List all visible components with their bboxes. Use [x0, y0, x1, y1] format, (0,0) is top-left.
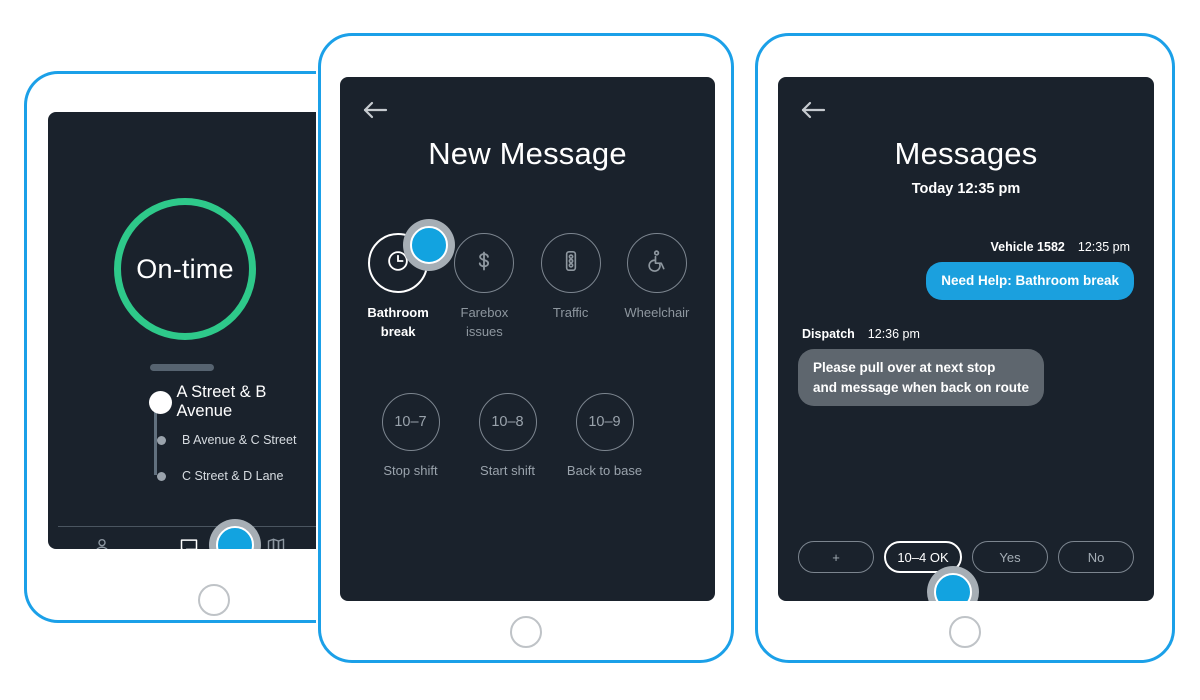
message-sender: Vehicle 1582 — [990, 240, 1065, 254]
message-meta: Dispatch 12:36 pm — [798, 327, 1134, 341]
category-label: Wheelchair — [624, 305, 690, 320]
quick-reply-no[interactable]: No — [1058, 541, 1134, 573]
map-icon — [265, 536, 287, 549]
code-label: Start shift — [480, 463, 535, 478]
message-row: Please pull over at next stop and messag… — [798, 349, 1134, 407]
code-label: Back to base — [566, 463, 643, 478]
home-button[interactable] — [949, 616, 981, 648]
message-bubble-outgoing[interactable]: Need Help: Bathroom break — [926, 262, 1134, 300]
device-frame-3: Messages Today 12:35 pm Vehicle 1582 12:… — [755, 33, 1175, 663]
stop-label: A Street & B Avenue — [176, 383, 267, 420]
device-frame-1: On-time A Street & B Avenue B Avenue & C… — [24, 71, 316, 623]
category-wheelchair[interactable]: Wheelchair — [614, 233, 700, 342]
category-icon-circle — [454, 233, 515, 293]
traffic-light-icon — [558, 248, 584, 279]
message-row: Need Help: Bathroom break — [798, 262, 1134, 300]
stop-list: A Street & B Avenue B Avenue & C Street … — [144, 383, 316, 494]
bottom-tab-bar: My Swiftly Messages — [48, 536, 316, 549]
back-arrow-icon[interactable] — [798, 97, 828, 123]
message-outgoing: Vehicle 1582 12:35 pm Need Help: Bathroo… — [798, 240, 1134, 300]
stop-list-item-current[interactable]: A Street & B Avenue — [144, 383, 316, 420]
category-label: Bathroom break — [367, 305, 429, 339]
stop-dot-wrap — [144, 471, 178, 481]
category-icon-circle — [626, 233, 687, 293]
stop-label: C Street & D Lane — [182, 469, 284, 483]
code-circle: 10–9 — [575, 393, 634, 451]
home-button[interactable] — [510, 616, 542, 648]
route-progress-bar — [150, 364, 214, 371]
status-label: On-time — [136, 253, 234, 284]
code-circle: 10–7 — [381, 393, 440, 451]
person-icon — [91, 536, 113, 549]
stop-dot-wrap — [144, 435, 178, 445]
message-sender: Dispatch — [802, 327, 855, 341]
code-label: Stop shift — [383, 463, 438, 478]
back-arrow-icon[interactable] — [360, 97, 390, 123]
tab-my-swiftly[interactable]: My Swiftly — [58, 536, 145, 549]
shift-code-grid: 10–7 Stop shift 10–8 Start shift 10–9 Ba… — [362, 393, 653, 478]
message-meta: Vehicle 1582 12:35 pm — [798, 240, 1134, 254]
wheelchair-icon — [644, 248, 670, 279]
stop-dot-wrap — [144, 390, 176, 414]
screenshot-stage: On-time A Street & B Avenue B Avenue & C… — [0, 0, 1200, 700]
code-back-to-base[interactable]: 10–9 Back to base — [556, 393, 653, 478]
category-label: Traffic — [552, 305, 589, 320]
quick-reply-add[interactable]: + — [798, 541, 874, 573]
message-time: 12:36 pm — [867, 327, 920, 341]
quick-reply-yes[interactable]: Yes — [972, 541, 1048, 573]
status-badge: On-time — [114, 198, 256, 340]
stop-list-item[interactable]: B Avenue & C Street — [144, 422, 316, 458]
stop-dot — [148, 390, 172, 414]
code-stop-shift[interactable]: 10–7 Stop shift — [362, 393, 459, 478]
message-incoming: Dispatch 12:36 pm Please pull over at ne… — [798, 327, 1134, 407]
device-frame-2: New Message Bathroom break Farebox issue… — [318, 33, 734, 663]
thread-date: Today 12:35 pm — [911, 181, 1021, 197]
stop-dot — [156, 471, 166, 481]
dollar-icon — [471, 248, 497, 279]
tabbar-divider — [58, 526, 316, 527]
tap-indicator-messages-tab — [209, 519, 261, 549]
stop-label: B Avenue & C Street — [182, 433, 297, 447]
page-title: Messages — [894, 136, 1038, 171]
home-button[interactable] — [198, 584, 230, 616]
quick-reply-bar: + 10–4 OK Yes No — [798, 541, 1134, 573]
category-icon-circle — [540, 233, 601, 293]
chat-bubble-icon — [178, 536, 200, 549]
stop-dot — [156, 435, 166, 445]
messages-thread-screen: Messages Today 12:35 pm Vehicle 1582 12:… — [778, 77, 1154, 601]
category-traffic[interactable]: Traffic — [528, 233, 614, 342]
driver-status-screen: On-time A Street & B Avenue B Avenue & C… — [48, 112, 316, 549]
tap-indicator-bathroom-break — [403, 219, 455, 271]
stop-list-item[interactable]: C Street & D Lane — [144, 458, 316, 494]
new-message-screen: New Message Bathroom break Farebox issue… — [340, 77, 715, 601]
category-label: Farebox issues — [460, 305, 509, 339]
page-title: New Message — [428, 136, 627, 171]
message-bubble-incoming[interactable]: Please pull over at next stop and messag… — [798, 349, 1045, 407]
code-circle: 10–8 — [478, 393, 537, 451]
message-time: 12:35 pm — [1077, 240, 1130, 254]
code-start-shift[interactable]: 10–8 Start shift — [459, 393, 556, 478]
